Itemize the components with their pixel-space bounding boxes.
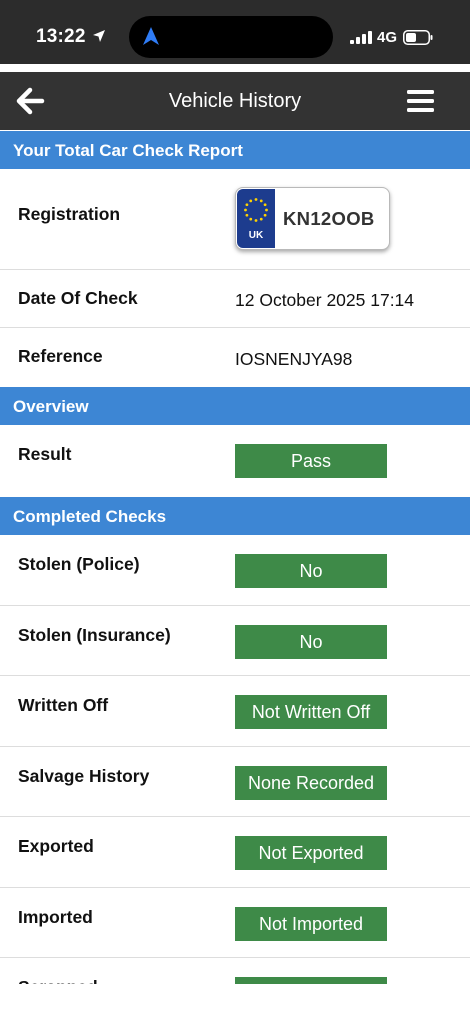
check-status-badge: Not Exported xyxy=(235,836,387,870)
check-label: Stolen (Police) xyxy=(18,554,140,574)
number-plate: UK KN12OOB xyxy=(235,187,390,250)
dynamic-island xyxy=(129,16,333,58)
plate-country-code: UK xyxy=(248,230,264,241)
result-label: Result xyxy=(18,444,72,464)
bottom-safe-area xyxy=(0,984,470,1024)
signal-bars-icon xyxy=(350,31,372,44)
check-row-imported: Imported Not Imported xyxy=(0,888,470,958)
date-of-check-row: Date Of Check 12 October 2025 17:14 xyxy=(0,270,470,328)
check-label: Exported xyxy=(18,836,94,856)
registration-label: Registration xyxy=(18,204,121,224)
battery-icon xyxy=(403,30,433,45)
location-arrow-icon xyxy=(93,30,105,42)
plate-country-band: UK xyxy=(237,189,275,248)
check-label: Salvage History xyxy=(18,766,150,786)
check-status-badge: None Recorded xyxy=(235,766,387,800)
navigation-app-icon xyxy=(143,27,159,45)
status-divider xyxy=(0,64,470,72)
check-label: Stolen (Insurance) xyxy=(18,625,171,645)
status-bar: 13:22 4G xyxy=(0,0,470,64)
completed-checks-section-header: Completed Checks xyxy=(0,497,470,535)
page-title: Vehicle History xyxy=(168,90,302,112)
check-label: Imported xyxy=(18,907,93,927)
check-row-salvage-history: Salvage History None Recorded xyxy=(0,747,470,817)
overview-section-header: Overview xyxy=(0,387,470,425)
reference-value: IOSNENJYA98 xyxy=(235,349,353,369)
check-status-badge: No xyxy=(235,625,387,659)
status-time: 13:22 xyxy=(36,26,86,47)
registration-row: Registration UK KN12OOB xyxy=(0,169,470,270)
network-type: 4G xyxy=(377,29,398,46)
check-row-written-off: Written Off Not Written Off xyxy=(0,676,470,747)
report-section-header: Your Total Car Check Report xyxy=(0,131,470,169)
check-row-stolen-police: Stolen (Police) No xyxy=(0,535,470,606)
check-row-stolen-insurance: Stolen (Insurance) No xyxy=(0,606,470,676)
result-row: Result Pass xyxy=(0,425,470,496)
reference-row: Reference IOSNENJYA98 xyxy=(0,328,470,387)
date-of-check-value: 12 October 2025 17:14 xyxy=(235,290,415,310)
check-status-badge: Not Written Off xyxy=(235,695,387,729)
plate-number: KN12OOB xyxy=(283,208,375,229)
check-label: Written Off xyxy=(18,695,109,715)
check-status-badge: Not Imported xyxy=(235,907,387,941)
check-status-badge: No xyxy=(235,554,387,588)
date-of-check-label: Date Of Check xyxy=(18,288,138,308)
result-badge: Pass xyxy=(235,444,387,478)
nav-bar: Vehicle History xyxy=(0,72,470,130)
check-row-exported: Exported Not Exported xyxy=(0,817,470,888)
eu-stars-icon xyxy=(244,198,268,222)
hamburger-menu-icon[interactable] xyxy=(407,89,434,113)
reference-label: Reference xyxy=(18,346,103,366)
